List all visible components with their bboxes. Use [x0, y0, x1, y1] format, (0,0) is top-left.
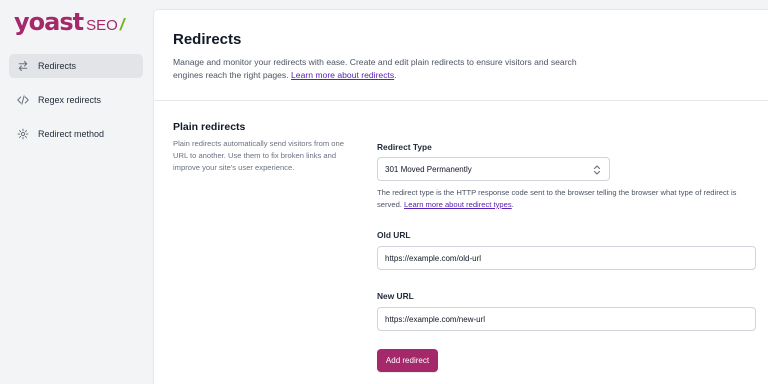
section-title: Plain redirects: [173, 121, 246, 133]
page-description-suffix: .: [394, 70, 397, 80]
old-url-field[interactable]: https://example.com/old-url: [377, 246, 756, 270]
new-url-label: New URL: [377, 291, 414, 301]
sidebar-item-regex-redirects[interactable]: Regex redirects: [9, 88, 143, 112]
sidebar: yoast SEO / Redirects Regex redirects Re…: [0, 0, 152, 384]
redirect-type-value: 301 Moved Permanently: [385, 164, 472, 174]
redirect-type-select[interactable]: 301 Moved Permanently: [377, 157, 610, 181]
gear-icon: [17, 128, 29, 140]
sidebar-item-label: Redirects: [38, 61, 77, 71]
chevron-up-down-icon: [593, 164, 601, 176]
new-url-field[interactable]: https://example.com/new-url: [377, 307, 756, 331]
logo-slash: /: [119, 15, 125, 34]
sidebar-item-label: Regex redirects: [38, 95, 102, 105]
redirect-type-help-suffix: .: [511, 200, 514, 209]
arrows-right-left-icon: [17, 60, 29, 72]
page-header: Redirects Manage and monitor your redire…: [154, 10, 768, 101]
yoast-seo-logo[interactable]: yoast SEO /: [14, 8, 125, 38]
redirect-type-help: The redirect type is the HTTP response c…: [377, 187, 757, 211]
sidebar-item-redirects[interactable]: Redirects: [9, 54, 143, 78]
learn-more-redirect-types-link[interactable]: Learn more about redirect types: [404, 200, 512, 209]
page-title: Redirects: [173, 31, 242, 48]
old-url-label: Old URL: [377, 230, 411, 240]
logo-product: SEO: [86, 17, 118, 34]
learn-more-redirects-link[interactable]: Learn more about redirects: [291, 70, 394, 80]
redirect-type-label: Redirect Type: [377, 142, 432, 152]
add-redirect-button[interactable]: Add redirect: [377, 349, 438, 372]
old-url-value: https://example.com/old-url: [385, 253, 482, 263]
page-description: Manage and monitor your redirects with e…: [173, 56, 593, 82]
code-icon: [17, 94, 29, 106]
logo-brand: yoast: [14, 8, 84, 36]
sidebar-item-redirect-method[interactable]: Redirect method: [9, 122, 143, 146]
main-panel: Redirects Manage and monitor your redire…: [154, 10, 768, 384]
sidebar-item-label: Redirect method: [38, 129, 105, 139]
section-description: Plain redirects automatically send visit…: [173, 139, 344, 172]
new-url-value: https://example.com/new-url: [385, 314, 486, 324]
